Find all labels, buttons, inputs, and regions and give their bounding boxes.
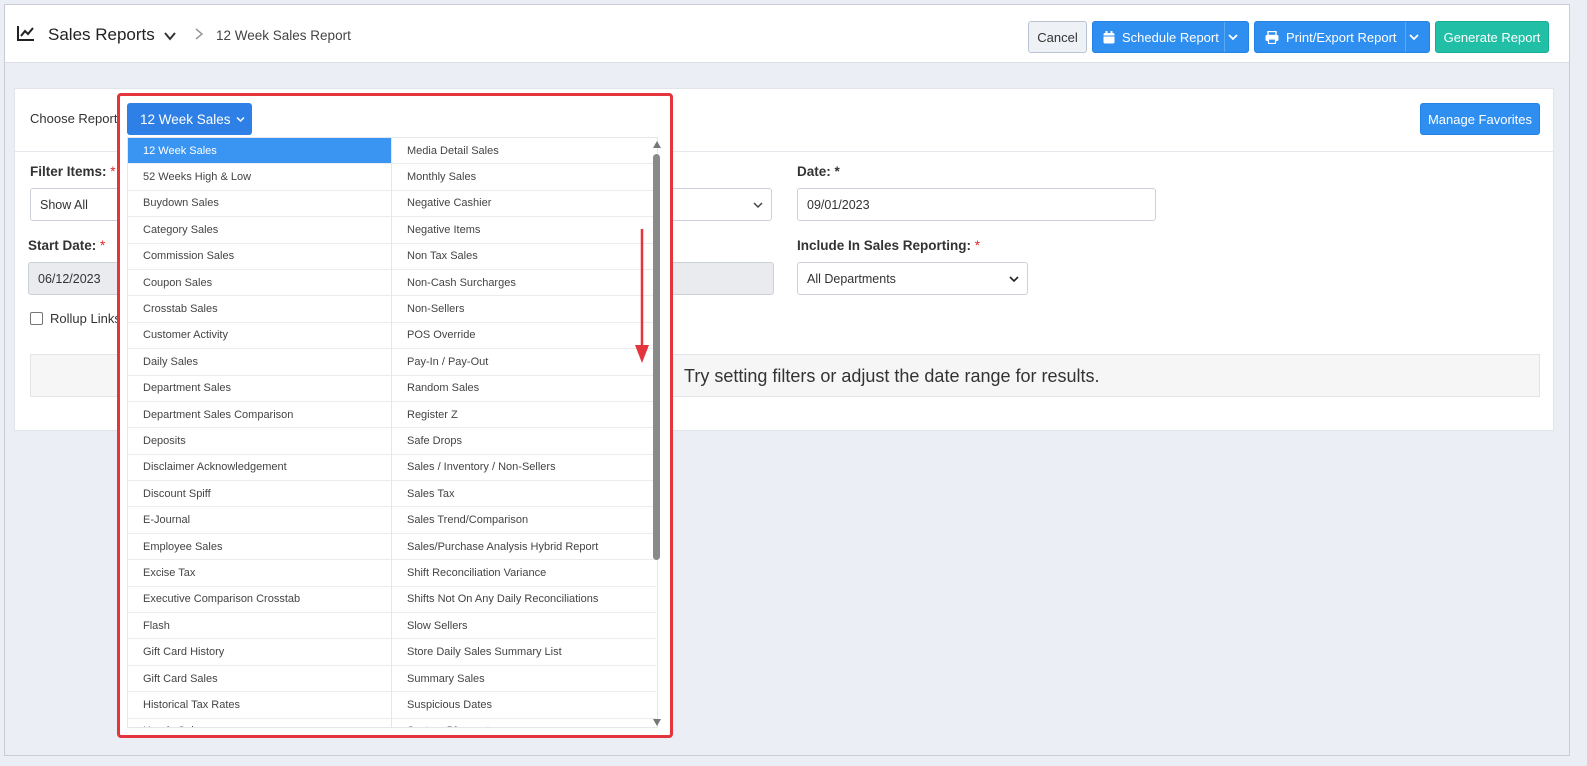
include-departments-value: All Departments: [807, 271, 896, 286]
rollup-links-label: Rollup Links: [50, 311, 121, 326]
report-menu-item[interactable]: POS Override: [392, 323, 656, 350]
top-bar: Sales Reports 12 Week Sales Report Cance…: [5, 5, 1569, 63]
report-menu-item[interactable]: Sales Tax: [392, 481, 656, 508]
choose-report-label: Choose Report: [30, 111, 118, 126]
report-menu-item[interactable]: Employee Sales: [128, 534, 391, 561]
menu-scrollbar[interactable]: [652, 137, 663, 728]
include-departments-select[interactable]: All Departments: [797, 262, 1028, 295]
schedule-report-button[interactable]: Schedule Report: [1092, 21, 1249, 53]
print-export-button[interactable]: Print/Export Report: [1254, 21, 1430, 53]
chevron-down-icon: [1009, 276, 1019, 283]
report-menu-item[interactable]: Non-Cash Surcharges: [392, 270, 656, 297]
print-export-label: Print/Export Report: [1286, 29, 1397, 45]
schedule-report-dropdown-toggle[interactable]: [1224, 22, 1248, 52]
report-menu-item[interactable]: Buydown Sales: [128, 191, 391, 218]
report-menu-item[interactable]: Media Detail Sales: [392, 138, 656, 165]
report-menu-item[interactable]: Slow Sellers: [392, 613, 656, 640]
report-menu-column-right: Media Detail Sales Monthly Sales Negative …: [392, 138, 656, 727]
report-menu-item[interactable]: Disclaimer Acknowledgement: [128, 455, 391, 482]
page-title: Sales Reports: [48, 25, 155, 44]
chevron-down-icon: [753, 202, 763, 209]
notice-text: Try setting filters or adjust the date r…: [684, 366, 1100, 386]
report-menu-item[interactable]: Negative Cashier: [392, 191, 656, 218]
report-menu-item[interactable]: 52 Weeks High & Low: [128, 164, 391, 191]
report-menu-item[interactable]: E-Journal: [128, 507, 391, 534]
report-menu-item[interactable]: Customer Activity: [128, 323, 391, 350]
report-menu-item[interactable]: Non Tax Sales: [392, 244, 656, 270]
report-menu-item[interactable]: Register Z: [392, 402, 656, 429]
rollup-links-checkbox[interactable]: [30, 312, 43, 325]
chevron-down-icon[interactable]: [163, 29, 177, 43]
generate-report-button[interactable]: Generate Report: [1435, 21, 1549, 53]
report-menu-item[interactable]: Store Daily Sales Summary List: [392, 639, 656, 666]
report-menu-item[interactable]: Non-Sellers: [392, 296, 656, 323]
report-menu-item[interactable]: Gift Card History: [128, 639, 391, 666]
chevron-right-icon: [195, 28, 204, 40]
selected-report-label: 12 Week Sales: [140, 111, 231, 127]
date-input[interactable]: 09/01/2023: [797, 188, 1156, 221]
scroll-down-arrow-icon[interactable]: [653, 719, 661, 726]
scrollbar-thumb[interactable]: [653, 154, 660, 560]
report-menu-item[interactable]: Coupon Sales: [128, 270, 391, 297]
chevron-down-icon: [1409, 34, 1419, 41]
report-menu-item[interactable]: Department Sales Comparison: [128, 402, 391, 429]
include-in-sales-label: Include In Sales Reporting: *: [797, 238, 981, 253]
report-menu-item[interactable]: Shift Reconciliation Variance: [392, 560, 656, 587]
report-menu-item[interactable]: Shifts Not On Any Daily Reconciliations: [392, 587, 656, 614]
print-export-dropdown-toggle[interactable]: [1405, 22, 1429, 52]
report-menu-item[interactable]: Sales Trend/Comparison: [392, 507, 656, 534]
report-select-button[interactable]: 12 Week Sales: [127, 103, 252, 135]
breadcrumb: 12 Week Sales Report: [216, 28, 351, 43]
report-dropdown-highlight: 12 Week Sales 12 Week Sales 52 Weeks High…: [117, 93, 673, 738]
report-menu-item[interactable]: Gift Card Sales: [128, 666, 391, 693]
printer-icon: [1265, 30, 1279, 44]
report-menu-item[interactable]: Negative Items: [392, 217, 656, 244]
report-menu-item[interactable]: Discount Spiff: [128, 481, 391, 508]
report-menu-item[interactable]: Excise Tax: [128, 560, 391, 587]
report-menu-item[interactable]: System Discounts: [392, 719, 656, 727]
report-menu-item[interactable]: Category Sales: [128, 217, 391, 244]
report-menu-item[interactable]: Sales / Inventory / Non-Sellers: [392, 455, 656, 482]
chevron-down-icon: [1228, 34, 1238, 41]
start-date-label: Start Date: *: [28, 238, 106, 253]
report-menu-item[interactable]: Monthly Sales: [392, 164, 656, 191]
report-menu-item[interactable]: Crosstab Sales: [128, 296, 391, 323]
report-menu-item[interactable]: Department Sales: [128, 376, 391, 402]
report-menu-item[interactable]: Historical Tax Rates: [128, 692, 391, 719]
report-menu-item[interactable]: Safe Drops: [392, 428, 656, 455]
scroll-direction-arrow-icon: [635, 229, 649, 363]
scroll-up-arrow-icon[interactable]: [653, 141, 661, 148]
date-label: Date: *: [797, 164, 840, 179]
report-menu-item[interactable]: Executive Comparison Crosstab: [128, 587, 391, 614]
filter-items-label: Filter Items: *: [30, 164, 116, 179]
manage-favorites-button[interactable]: Manage Favorites: [1420, 103, 1540, 135]
report-menu-item[interactable]: Suspicious Dates: [392, 692, 656, 719]
report-menu-item[interactable]: 12 Week Sales: [128, 138, 391, 165]
report-menu: 12 Week Sales 52 Weeks High & Low Buydown …: [127, 137, 658, 728]
calendar-icon: [1103, 30, 1115, 43]
chevron-down-icon: [236, 116, 245, 122]
report-menu-item[interactable]: Sales/Purchase Analysis Hybrid Report: [392, 534, 656, 561]
report-menu-item[interactable]: Pay-In / Pay-Out: [392, 349, 656, 376]
report-menu-item[interactable]: Flash: [128, 613, 391, 640]
schedule-report-label: Schedule Report: [1122, 29, 1219, 45]
chart-line-icon: [17, 26, 34, 41]
report-menu-item[interactable]: Random Sales: [392, 376, 656, 402]
report-menu-item[interactable]: Hourly Sales: [128, 719, 391, 727]
report-menu-item[interactable]: Daily Sales: [128, 349, 391, 376]
cancel-button[interactable]: Cancel: [1028, 21, 1087, 53]
report-menu-column-left: 12 Week Sales 52 Weeks High & Low Buydown …: [128, 138, 392, 727]
report-menu-item[interactable]: Summary Sales: [392, 666, 656, 693]
report-menu-item[interactable]: Commission Sales: [128, 244, 391, 270]
report-menu-item[interactable]: Deposits: [128, 428, 391, 455]
